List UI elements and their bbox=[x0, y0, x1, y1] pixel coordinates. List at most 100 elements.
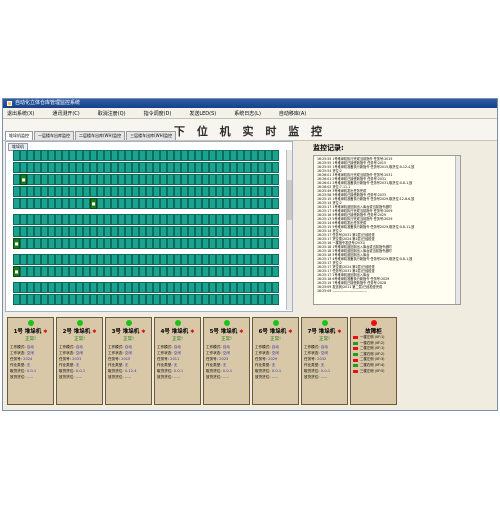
storage-cell[interactable] bbox=[27, 150, 34, 161]
storage-cell[interactable] bbox=[62, 226, 69, 237]
storage-cell[interactable] bbox=[223, 162, 230, 173]
storage-cell[interactable] bbox=[216, 198, 223, 209]
storage-cell[interactable] bbox=[202, 150, 209, 161]
storage-cell[interactable] bbox=[209, 266, 216, 277]
storage-cell[interactable] bbox=[202, 174, 209, 185]
storage-cell[interactable] bbox=[258, 226, 265, 237]
storage-cell[interactable] bbox=[244, 282, 251, 293]
storage-cell[interactable] bbox=[195, 162, 202, 173]
storage-cell[interactable] bbox=[34, 266, 41, 277]
storage-cell[interactable] bbox=[195, 238, 202, 249]
storage-cell[interactable] bbox=[41, 282, 48, 293]
storage-cell[interactable] bbox=[195, 214, 202, 225]
storage-cell[interactable] bbox=[83, 254, 90, 265]
storage-cell[interactable] bbox=[146, 226, 153, 237]
storage-cell[interactable] bbox=[90, 226, 97, 237]
storage-cell[interactable] bbox=[62, 186, 69, 197]
storage-cell[interactable] bbox=[139, 238, 146, 249]
storage-cell[interactable] bbox=[83, 226, 90, 237]
storage-cell[interactable] bbox=[13, 174, 20, 185]
storage-cell[interactable] bbox=[69, 198, 76, 209]
stacker-position-cell[interactable] bbox=[13, 238, 20, 249]
storage-cell[interactable] bbox=[104, 254, 111, 265]
storage-cell[interactable] bbox=[272, 282, 279, 293]
storage-cell[interactable] bbox=[13, 198, 20, 209]
storage-cell[interactable] bbox=[237, 238, 244, 249]
storage-cell[interactable] bbox=[272, 150, 279, 161]
stacker-card[interactable]: 1号 堆垛机 ✱ 正常! 工作模式: 自动 工作状态: 空闲 任务号: 2024 作业类型… bbox=[7, 317, 54, 405]
storage-cell[interactable] bbox=[48, 282, 55, 293]
storage-cell[interactable] bbox=[118, 198, 125, 209]
storage-cell[interactable] bbox=[125, 226, 132, 237]
storage-cell[interactable] bbox=[174, 254, 181, 265]
storage-cell[interactable] bbox=[251, 226, 258, 237]
storage-cell[interactable] bbox=[174, 282, 181, 293]
storage-cell[interactable] bbox=[174, 266, 181, 277]
tab-floor1-monitor[interactable]: 一层楼车出库监控 bbox=[34, 131, 74, 140]
storage-cell[interactable] bbox=[265, 294, 272, 305]
storage-cell[interactable] bbox=[139, 282, 146, 293]
storage-cell[interactable] bbox=[55, 266, 62, 277]
storage-cell[interactable] bbox=[125, 198, 132, 209]
storage-cell[interactable] bbox=[111, 150, 118, 161]
storage-cell[interactable] bbox=[167, 226, 174, 237]
storage-cell[interactable] bbox=[118, 162, 125, 173]
storage-cell[interactable] bbox=[111, 238, 118, 249]
storage-cell[interactable] bbox=[223, 282, 230, 293]
storage-cell[interactable] bbox=[118, 266, 125, 277]
storage-cell[interactable] bbox=[160, 238, 167, 249]
log-list[interactable]: 16:25:55 1号堆垛机执行完成当前指令 任务号:2015 16:25:55 … bbox=[313, 155, 461, 305]
storage-cell[interactable] bbox=[230, 174, 237, 185]
storage-cell[interactable] bbox=[237, 150, 244, 161]
storage-cell[interactable] bbox=[223, 294, 230, 305]
storage-cell[interactable] bbox=[146, 254, 153, 265]
storage-cell[interactable] bbox=[125, 214, 132, 225]
storage-cell[interactable] bbox=[118, 238, 125, 249]
storage-cell[interactable] bbox=[69, 150, 76, 161]
storage-cell[interactable] bbox=[153, 162, 160, 173]
storage-cell[interactable] bbox=[104, 174, 111, 185]
storage-cell[interactable] bbox=[160, 150, 167, 161]
storage-cell[interactable] bbox=[216, 226, 223, 237]
storage-cell[interactable] bbox=[195, 266, 202, 277]
storage-cell[interactable] bbox=[90, 254, 97, 265]
storage-cell[interactable] bbox=[34, 238, 41, 249]
storage-cell[interactable] bbox=[97, 186, 104, 197]
storage-cell[interactable] bbox=[153, 214, 160, 225]
storage-cell[interactable] bbox=[153, 150, 160, 161]
storage-cell[interactable] bbox=[27, 186, 34, 197]
storage-cell[interactable] bbox=[90, 186, 97, 197]
storage-cell[interactable] bbox=[20, 254, 27, 265]
storage-cell[interactable] bbox=[83, 198, 90, 209]
storage-cell[interactable] bbox=[230, 266, 237, 277]
storage-cell[interactable] bbox=[41, 174, 48, 185]
storage-cell[interactable] bbox=[251, 266, 258, 277]
storage-cell[interactable] bbox=[13, 214, 20, 225]
storage-cell[interactable] bbox=[244, 294, 251, 305]
storage-cell[interactable] bbox=[34, 214, 41, 225]
storage-cell[interactable] bbox=[62, 162, 69, 173]
storage-cell[interactable] bbox=[167, 198, 174, 209]
storage-cell[interactable] bbox=[251, 238, 258, 249]
storage-cell[interactable] bbox=[55, 174, 62, 185]
storage-cell[interactable] bbox=[216, 294, 223, 305]
storage-cell[interactable] bbox=[20, 186, 27, 197]
storage-cell[interactable] bbox=[20, 198, 27, 209]
storage-cell[interactable] bbox=[125, 282, 132, 293]
storage-cell[interactable] bbox=[216, 150, 223, 161]
storage-cell[interactable] bbox=[83, 266, 90, 277]
storage-cell[interactable] bbox=[76, 266, 83, 277]
storage-cell[interactable] bbox=[41, 226, 48, 237]
storage-cell[interactable] bbox=[223, 226, 230, 237]
storage-cell[interactable] bbox=[62, 214, 69, 225]
storage-cell[interactable] bbox=[90, 266, 97, 277]
storage-cell[interactable] bbox=[48, 294, 55, 305]
storage-cell[interactable] bbox=[216, 186, 223, 197]
storage-cell[interactable] bbox=[13, 294, 20, 305]
tab-floor3-monitor[interactable]: 三层楼车出库(WH)监控 bbox=[126, 131, 177, 140]
storage-cell[interactable] bbox=[118, 174, 125, 185]
storage-cell[interactable] bbox=[41, 214, 48, 225]
storage-cell[interactable] bbox=[132, 226, 139, 237]
storage-cell[interactable] bbox=[41, 162, 48, 173]
storage-cell[interactable] bbox=[272, 266, 279, 277]
